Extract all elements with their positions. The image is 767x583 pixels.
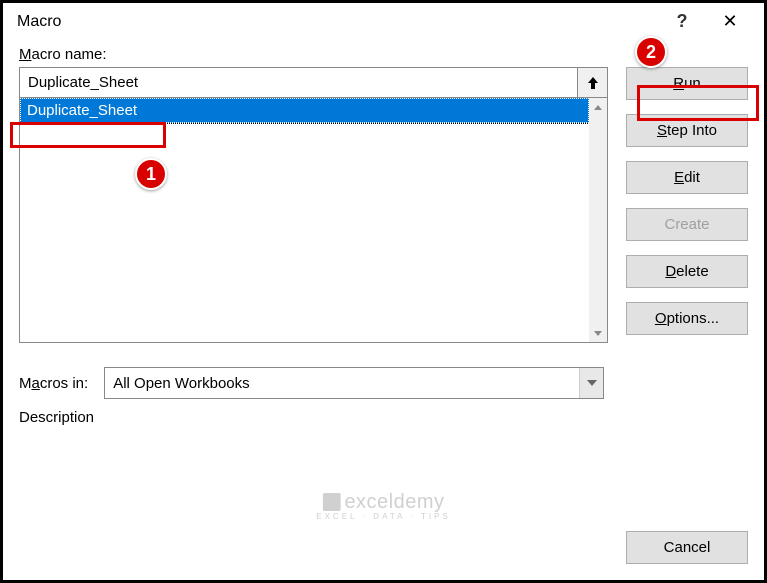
description-label: Description	[19, 409, 748, 426]
watermark-icon	[322, 493, 340, 511]
input-arrow-button[interactable]	[577, 68, 607, 97]
left-column: Duplicate_Sheet	[19, 67, 608, 343]
close-button[interactable]: ✕	[706, 11, 754, 32]
scroll-down-icon[interactable]	[589, 324, 607, 342]
titlebar: Macro ? ✕	[3, 3, 764, 40]
macro-dialog: Macro ? ✕ Macro name: Duplicate_Sheet	[3, 3, 764, 580]
chevron-down-icon	[579, 368, 603, 398]
cancel-button[interactable]: Cancel	[626, 531, 748, 564]
arrow-up-icon	[586, 76, 600, 90]
scroll-track[interactable]	[589, 116, 607, 324]
delete-button[interactable]: Delete	[626, 255, 748, 288]
macros-in-row: Macros in: All Open Workbooks	[19, 367, 748, 399]
help-button[interactable]: ?	[658, 11, 706, 32]
main-area: Duplicate_Sheet Run Step Into	[19, 67, 748, 343]
create-button: Create	[626, 208, 748, 241]
macro-list[interactable]: Duplicate_Sheet	[20, 98, 589, 342]
options-button[interactable]: Options...	[626, 302, 748, 335]
macro-list-item[interactable]: Duplicate_Sheet	[20, 98, 589, 123]
dialog-title: Macro	[17, 13, 658, 31]
run-button[interactable]: Run	[626, 67, 748, 100]
macros-in-select[interactable]: All Open Workbooks	[104, 367, 604, 399]
scroll-up-icon[interactable]	[589, 98, 607, 116]
button-column: Run Step Into Edit Create Delete Options…	[626, 67, 748, 343]
scrollbar[interactable]	[589, 98, 607, 342]
step-into-button[interactable]: Step Into	[626, 114, 748, 147]
macros-in-value: All Open Workbooks	[105, 370, 579, 397]
macro-name-input-row	[19, 67, 608, 98]
watermark: exceldemy EXCEL · DATA · TIPS	[316, 491, 451, 522]
macro-name-input[interactable]	[20, 68, 577, 97]
macro-name-label: Macro name:	[19, 46, 748, 63]
macro-list-container: Duplicate_Sheet	[19, 98, 608, 343]
edit-button[interactable]: Edit	[626, 161, 748, 194]
dialog-content: Macro name: Duplicate_Sheet	[3, 40, 764, 580]
macros-in-label: Macros in:	[19, 375, 88, 392]
